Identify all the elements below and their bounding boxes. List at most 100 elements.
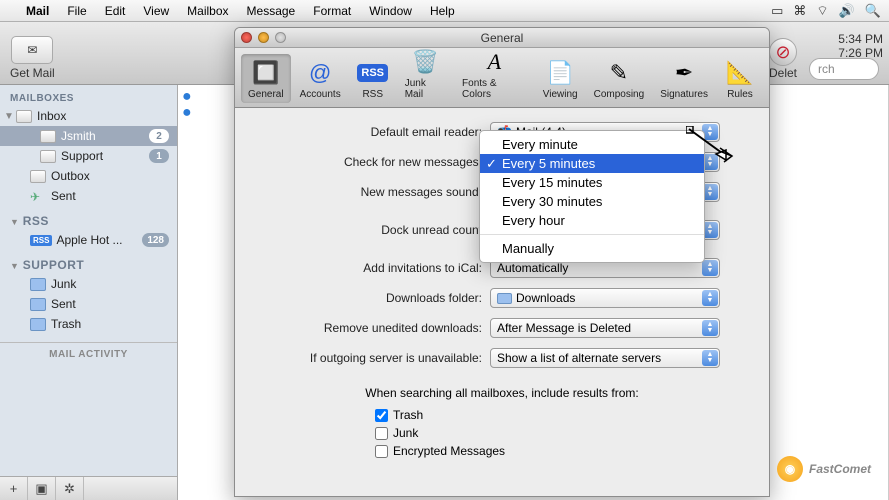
fonts-icon: A [478,46,510,78]
unread-badge: 128 [142,233,169,247]
outgoing-popup[interactable]: Show a list of alternate servers▲▼ [490,348,720,368]
sidebar-item-label: Apple Hot ... [56,233,122,247]
envelope-icon: ✉︎ [27,43,37,57]
menu-option-manually[interactable]: Manually [480,239,704,258]
check-interval-menu: Every minute Every 5 minutes Every 15 mi… [479,130,705,263]
menu-help[interactable]: Help [430,4,455,18]
tab-junk-mail[interactable]: 🗑️Junk Mail [398,43,453,103]
search-field[interactable]: rch [809,58,879,80]
mailbox-icon [40,150,56,163]
add-button[interactable]: + [0,477,28,500]
action-button[interactable]: ✲ [56,477,84,500]
sidebar-item-label: Outbox [51,169,90,183]
sidebar-item-label: Sent [51,297,76,311]
folder-icon [30,298,46,311]
sidebar-jsmith[interactable]: Jsmith 2 [0,126,177,146]
battery-icon[interactable]: ▭ [771,3,783,19]
sidebar-trash[interactable]: Trash [0,314,177,334]
annotation-arrow [686,126,736,166]
sidebar-apple-hot[interactable]: RSS Apple Hot ... 128 [0,230,177,250]
sidebar-junk[interactable]: Junk [0,274,177,294]
close-button[interactable] [241,32,252,43]
menu-view[interactable]: View [143,4,169,18]
minimize-button[interactable] [258,32,269,43]
section-support: ▼ SUPPORT [0,250,177,274]
checkbox-junk-row[interactable]: Junk [375,426,749,440]
preferences-toolbar: 🔲General @Accounts RSSRSS 🗑️Junk Mail AF… [235,48,769,108]
tab-accounts[interactable]: @Accounts [293,54,348,103]
downloads-folder-popup[interactable]: Downloads▲▼ [490,288,720,308]
sidebar-item-label: Sent [51,189,76,203]
section-rss: ▼ RSS [0,206,177,230]
menu-option-every-30-minutes[interactable]: Every 30 minutes [480,192,704,211]
menu-format[interactable]: Format [313,4,351,18]
checkbox-trash-row[interactable]: Trash [375,408,749,422]
message-time: 7:26 PM [838,46,883,60]
tab-signatures[interactable]: ✒︎Signatures [653,54,715,103]
message-times: 5:34 PM 7:26 PM [838,32,883,60]
checkbox-junk[interactable] [375,427,388,440]
checkbox-trash[interactable] [375,409,388,422]
new-sound-label: New messages sound: [255,185,490,199]
checkbox-encrypted[interactable] [375,445,388,458]
remove-downloads-popup[interactable]: After Message is Deleted▲▼ [490,318,720,338]
spotlight-icon[interactable]: 🔍 [865,3,881,19]
sidebar-item-label: Support [61,149,103,163]
disclosure-triangle-icon[interactable]: ▼ [4,111,14,122]
mail-activity-header: MAIL ACTIVITY [0,342,177,366]
menu-option-every-15-minutes[interactable]: Every 15 minutes [480,173,704,192]
sidebar-item-label: Junk [51,277,76,291]
bluetooth-icon[interactable]: ⌘ [793,3,806,19]
menu-message[interactable]: Message [247,4,296,18]
wifi-icon[interactable]: ⌔ [816,3,828,19]
menu-file[interactable]: File [67,4,86,18]
get-mail-button[interactable]: ✉︎ Get Mail [10,36,55,80]
disclosure-triangle-icon[interactable]: ▼ [10,217,19,227]
disclosure-triangle-icon[interactable]: ▼ [10,261,19,271]
menu-option-every-5-minutes[interactable]: Every 5 minutes [480,154,704,173]
inbox-icon [16,110,32,123]
sidebar-sent[interactable]: ✈︎ Sent [0,186,177,206]
delete-button[interactable]: ⊘ Delet [769,38,797,80]
menu-option-every-minute[interactable]: Every minute [480,135,704,154]
remove-downloads-label: Remove unedited downloads: [255,321,490,335]
popup-arrows-icon: ▲▼ [702,350,718,366]
menubar-status-area: ▭ ⌘ ⌔ 🔊 🔍 [771,3,881,19]
rules-icon: 📐 [724,57,756,89]
menu-edit[interactable]: Edit [105,4,126,18]
search-include-header: When searching all mailboxes, include re… [255,386,749,400]
tab-general[interactable]: 🔲General [241,54,291,103]
unread-badge: 1 [149,149,169,163]
checkbox-encrypted-row[interactable]: Encrypted Messages [375,444,749,458]
tab-viewing[interactable]: 📄Viewing [536,54,585,103]
menu-mailbox[interactable]: Mailbox [187,4,228,18]
folder-icon [497,293,512,304]
rss-icon: RSS [357,57,389,89]
zoom-button[interactable] [275,32,286,43]
signatures-icon: ✒︎ [668,57,700,89]
menu-bar: Mail File Edit View Mailbox Message Form… [0,0,889,22]
sidebar: MAILBOXES ▼ Inbox Jsmith 2 Support 1 Out… [0,85,178,500]
app-menu[interactable]: Mail [26,4,49,18]
sidebar-sent2[interactable]: Sent [0,294,177,314]
add-ical-label: Add invitations to iCal: [255,261,490,275]
rss-icon: RSS [30,235,52,246]
tab-fonts-colors[interactable]: AFonts & Colors [455,43,534,103]
volume-icon[interactable]: 🔊 [839,3,855,19]
popup-arrows-icon: ▲▼ [702,290,718,306]
composing-icon: ✎ [603,57,635,89]
message-time: 5:34 PM [838,32,883,46]
no-entry-icon: ⊘ [775,42,790,63]
tab-rss[interactable]: RSSRSS [350,54,396,103]
folder-icon [30,278,46,291]
activity-button[interactable]: ▣ [28,477,56,500]
tab-rules[interactable]: 📐Rules [717,54,763,103]
sidebar-support[interactable]: Support 1 [0,146,177,166]
menu-window[interactable]: Window [369,4,412,18]
sidebar-outbox[interactable]: Outbox [0,166,177,186]
viewing-icon: 📄 [544,57,576,89]
delete-label: Delet [769,66,797,80]
menu-option-every-hour[interactable]: Every hour [480,211,704,230]
tab-composing[interactable]: ✎Composing [587,54,652,103]
sidebar-inbox[interactable]: ▼ Inbox [0,106,177,126]
